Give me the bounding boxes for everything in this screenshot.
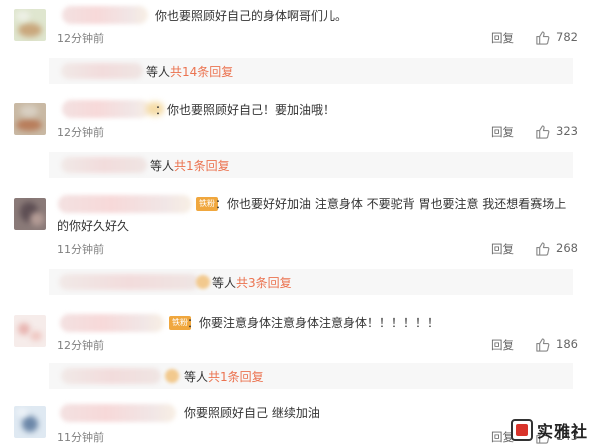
- thumbs-up-icon: [536, 124, 550, 139]
- like-count: 186: [556, 337, 578, 351]
- sub-replier-blurred: [61, 157, 147, 173]
- avatar[interactable]: [14, 198, 46, 230]
- comment-time: 11分钟前: [57, 243, 104, 256]
- username-blurred[interactable]: [60, 404, 176, 422]
- avatar[interactable]: [14, 9, 46, 41]
- reply-button[interactable]: 回复: [491, 241, 514, 257]
- comment-text: ：你也要好好加油 注意身体 不要驼背 胃也要注意 我还想看赛场上: [215, 197, 567, 211]
- reply-button[interactable]: 回复: [491, 124, 514, 140]
- comment-text: 你要照顾好自己 继续加油: [184, 406, 320, 420]
- sub-replies-summary: 等人共3条回复: [212, 274, 292, 291]
- sub-replies: 等人共1条回复: [49, 363, 573, 389]
- username-blurred[interactable]: [62, 100, 150, 118]
- comment-text: ：你也要照顾好自己！要加油哦！: [155, 103, 336, 117]
- comment-text: ：你要注意身体注意身体注意身体！！！！！！: [187, 316, 440, 330]
- like-count: 323: [556, 124, 578, 138]
- sub-replier-blurred: [59, 274, 199, 290]
- username-blurred[interactable]: [60, 314, 164, 332]
- sub-replies-link[interactable]: 共1条回复: [208, 370, 264, 384]
- watermark: 实雅社: [510, 418, 588, 442]
- comment-time: 12分钟前: [57, 126, 104, 139]
- sub-replies-link[interactable]: 共14条回复: [170, 65, 233, 79]
- thumbs-up-icon: [536, 30, 550, 45]
- like-count: 268: [556, 241, 578, 255]
- like-button[interactable]: 186: [535, 336, 578, 352]
- sub-replies-link[interactable]: 共1条回复: [174, 159, 230, 173]
- sub-replies-prefix: 等人: [184, 370, 209, 384]
- sub-replies-summary: 等人共1条回复: [184, 368, 264, 385]
- like-button[interactable]: 782: [535, 29, 578, 45]
- thumbs-up-icon: [536, 241, 550, 256]
- sub-replier-badge-blurred: [165, 369, 179, 383]
- sub-replies-prefix: 等人: [212, 276, 237, 290]
- reply-button[interactable]: 回复: [491, 337, 514, 353]
- sub-replies-link[interactable]: 共3条回复: [236, 276, 292, 290]
- comment-time: 12分钟前: [57, 339, 104, 352]
- sub-replier-blurred: [61, 368, 161, 384]
- watermark-text: 实雅社: [536, 422, 588, 441]
- avatar[interactable]: [14, 406, 46, 438]
- comment-text-line2: 的你好久好久: [57, 219, 130, 233]
- comment-time: 12分钟前: [57, 32, 104, 45]
- sub-replies-summary: 等人共1条回复: [150, 157, 230, 174]
- sub-replier-badge-blurred: [196, 275, 210, 289]
- sub-replies: 等人共14条回复: [49, 58, 573, 84]
- comment-time: 11分钟前: [57, 431, 104, 444]
- reply-button[interactable]: 回复: [491, 30, 514, 46]
- watermark-logo-icon: [510, 419, 533, 441]
- comment-text: 你也要照顾好自己的身体啊哥们儿。: [155, 9, 348, 23]
- like-count: 782: [556, 30, 578, 44]
- sub-replies-prefix: 等人: [146, 65, 171, 79]
- sub-replies-prefix: 等人: [150, 159, 175, 173]
- avatar[interactable]: [14, 315, 46, 347]
- like-button[interactable]: 268: [535, 240, 578, 256]
- like-button[interactable]: 323: [535, 123, 578, 139]
- sub-replies-summary: 等人共14条回复: [146, 63, 233, 80]
- sub-replier-blurred: [61, 63, 143, 79]
- thumbs-up-icon: [536, 337, 550, 352]
- username-blurred[interactable]: [58, 195, 192, 213]
- sub-replies: 等人共3条回复: [49, 269, 573, 295]
- avatar[interactable]: [14, 103, 46, 135]
- username-blurred[interactable]: [62, 6, 148, 24]
- sub-replies: 等人共1条回复: [49, 152, 573, 178]
